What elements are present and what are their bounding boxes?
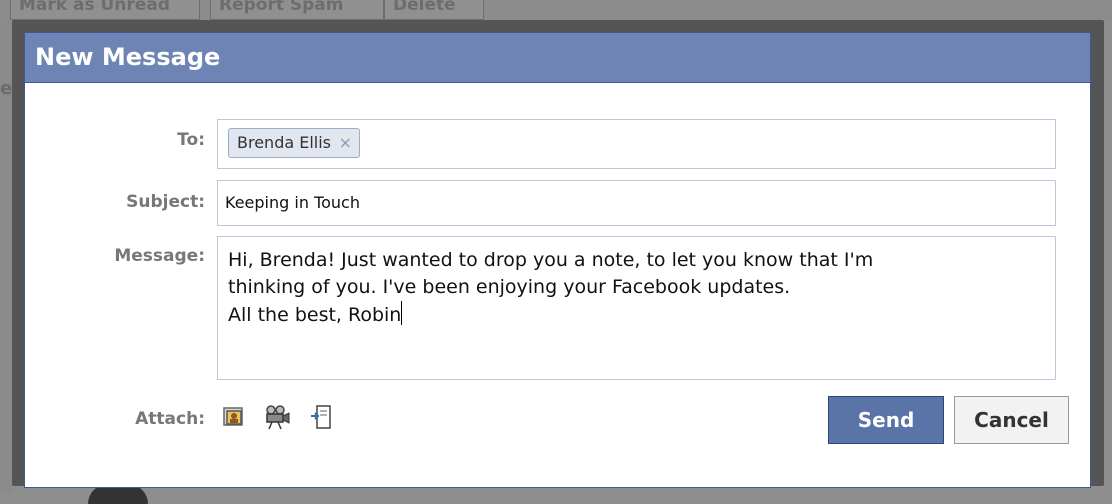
photo-icon[interactable] [222,405,246,429]
text-caret [401,301,403,325]
recipient-name: Brenda Ellis [237,133,332,152]
new-message-dialog: New Message To: Brenda Ellis × Subject: … [12,20,1104,488]
subject-label: Subject: [126,192,205,212]
background-toolbar: Mark as Unread Report Spam Delete [0,0,1112,22]
recipient-token: Brenda Ellis × [228,128,361,158]
message-text: Hi, Brenda! Just wanted to drop you a no… [228,247,1038,329]
send-button[interactable]: Send [828,396,944,444]
message-label: Message: [114,246,205,266]
share-link-icon[interactable] [309,404,333,429]
dialog-body: New Message To: Brenda Ellis × Subject: … [24,32,1091,488]
subject-value: Keeping in Touch [225,193,360,212]
report-spam-button: Report Spam [210,0,384,20]
delete-button: Delete [384,0,484,20]
cancel-button[interactable]: Cancel [954,396,1069,444]
message-value: Hi, Brenda! Just wanted to drop you a no… [228,249,874,326]
background-text-fragment: e [0,78,13,99]
dialog-title: New Message [25,33,1090,83]
subject-input[interactable]: Keeping in Touch [217,180,1056,226]
message-textarea[interactable]: Hi, Brenda! Just wanted to drop you a no… [217,236,1056,380]
remove-recipient-icon[interactable]: × [339,129,352,157]
to-field[interactable]: Brenda Ellis × [217,119,1056,169]
mark-as-unread-button: Mark as Unread [10,0,200,20]
attach-label: Attach: [135,409,205,429]
video-icon[interactable] [263,404,290,430]
to-label: To: [177,130,205,150]
